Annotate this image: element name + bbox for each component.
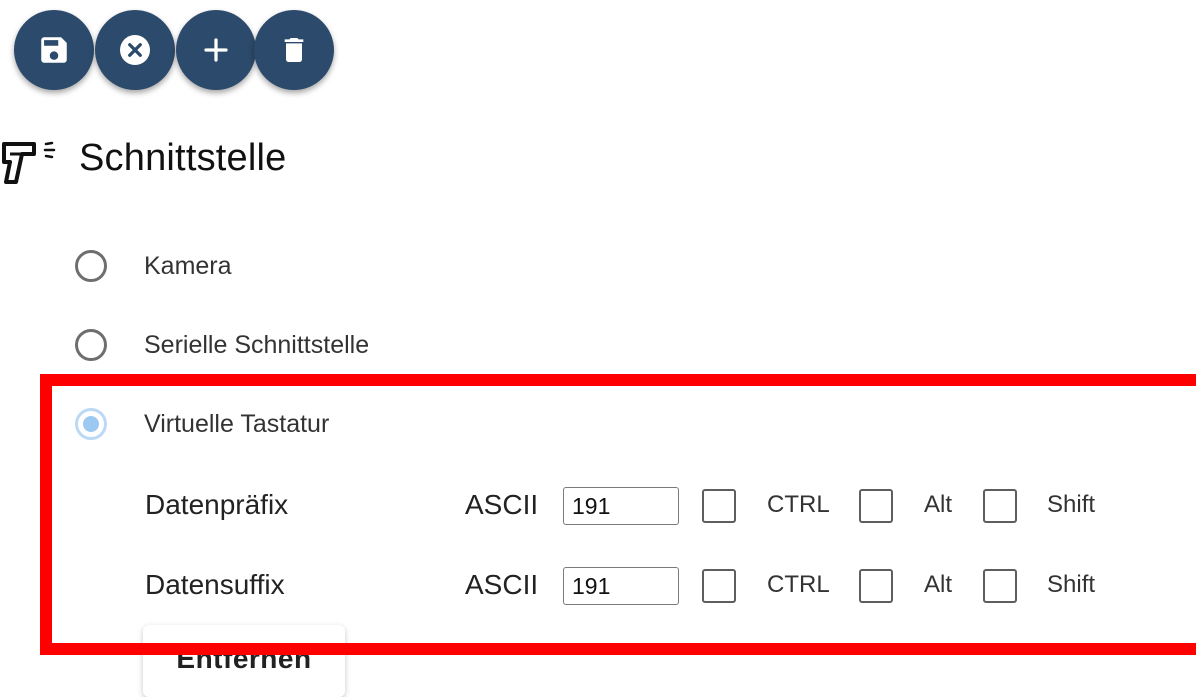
prefix-shift-label: Shift (1047, 491, 1096, 518)
suffix-ctrl-checkbox[interactable] (702, 569, 736, 603)
save-button[interactable] (14, 10, 94, 90)
prefix-alt-checkbox[interactable] (859, 489, 893, 523)
prefix-ctrl-checkbox[interactable] (702, 489, 736, 523)
delete-button[interactable] (254, 10, 334, 90)
save-icon (41, 37, 67, 63)
radio-option-camera[interactable]: Kamera (75, 248, 232, 284)
radio-option-virtual-keyboard[interactable]: Virtuelle Tastatur (75, 406, 329, 442)
radio-label: Virtuelle Tastatur (144, 409, 330, 438)
remove-button-label: Entfernen (176, 643, 312, 674)
add-button[interactable] (176, 10, 256, 90)
radio-option-serial[interactable]: Serielle Schnittstelle (75, 327, 369, 363)
suffix-label: Datensuffix (145, 569, 285, 600)
suffix-ctrl-label: CTRL (767, 571, 830, 598)
radio-button[interactable] (75, 329, 107, 361)
suffix-ascii-input[interactable]: 191 (563, 567, 679, 605)
radio-label: Kamera (144, 251, 232, 280)
suffix-ascii-label: ASCII (465, 569, 539, 600)
radio-button[interactable] (75, 250, 107, 282)
radio-label: Serielle Schnittstelle (144, 330, 370, 359)
suffix-alt-label: Alt (924, 571, 953, 598)
prefix-alt-label: Alt (924, 491, 953, 518)
suffix-alt-checkbox[interactable] (859, 569, 893, 603)
trash-icon (284, 38, 304, 62)
suffix-shift-label: Shift (1047, 571, 1096, 598)
prefix-shift-checkbox[interactable] (983, 489, 1017, 523)
section-title: Schnittstelle (79, 137, 287, 179)
barcode-scanner-icon (2, 141, 56, 184)
radio-button-selected[interactable] (75, 408, 107, 440)
cancel-icon (120, 35, 150, 65)
prefix-ascii-input[interactable]: 191 (563, 487, 679, 525)
plus-icon (204, 38, 228, 62)
suffix-shift-checkbox[interactable] (983, 569, 1017, 603)
prefix-label: Datenpräfix (145, 489, 289, 520)
prefix-ascii-label: ASCII (465, 489, 539, 520)
prefix-ctrl-label: CTRL (767, 491, 830, 518)
page: Schnittstelle Kamera Serielle Schnittste… (0, 0, 1196, 697)
remove-button[interactable]: Entfernen (143, 625, 345, 697)
cancel-button[interactable] (95, 10, 175, 90)
